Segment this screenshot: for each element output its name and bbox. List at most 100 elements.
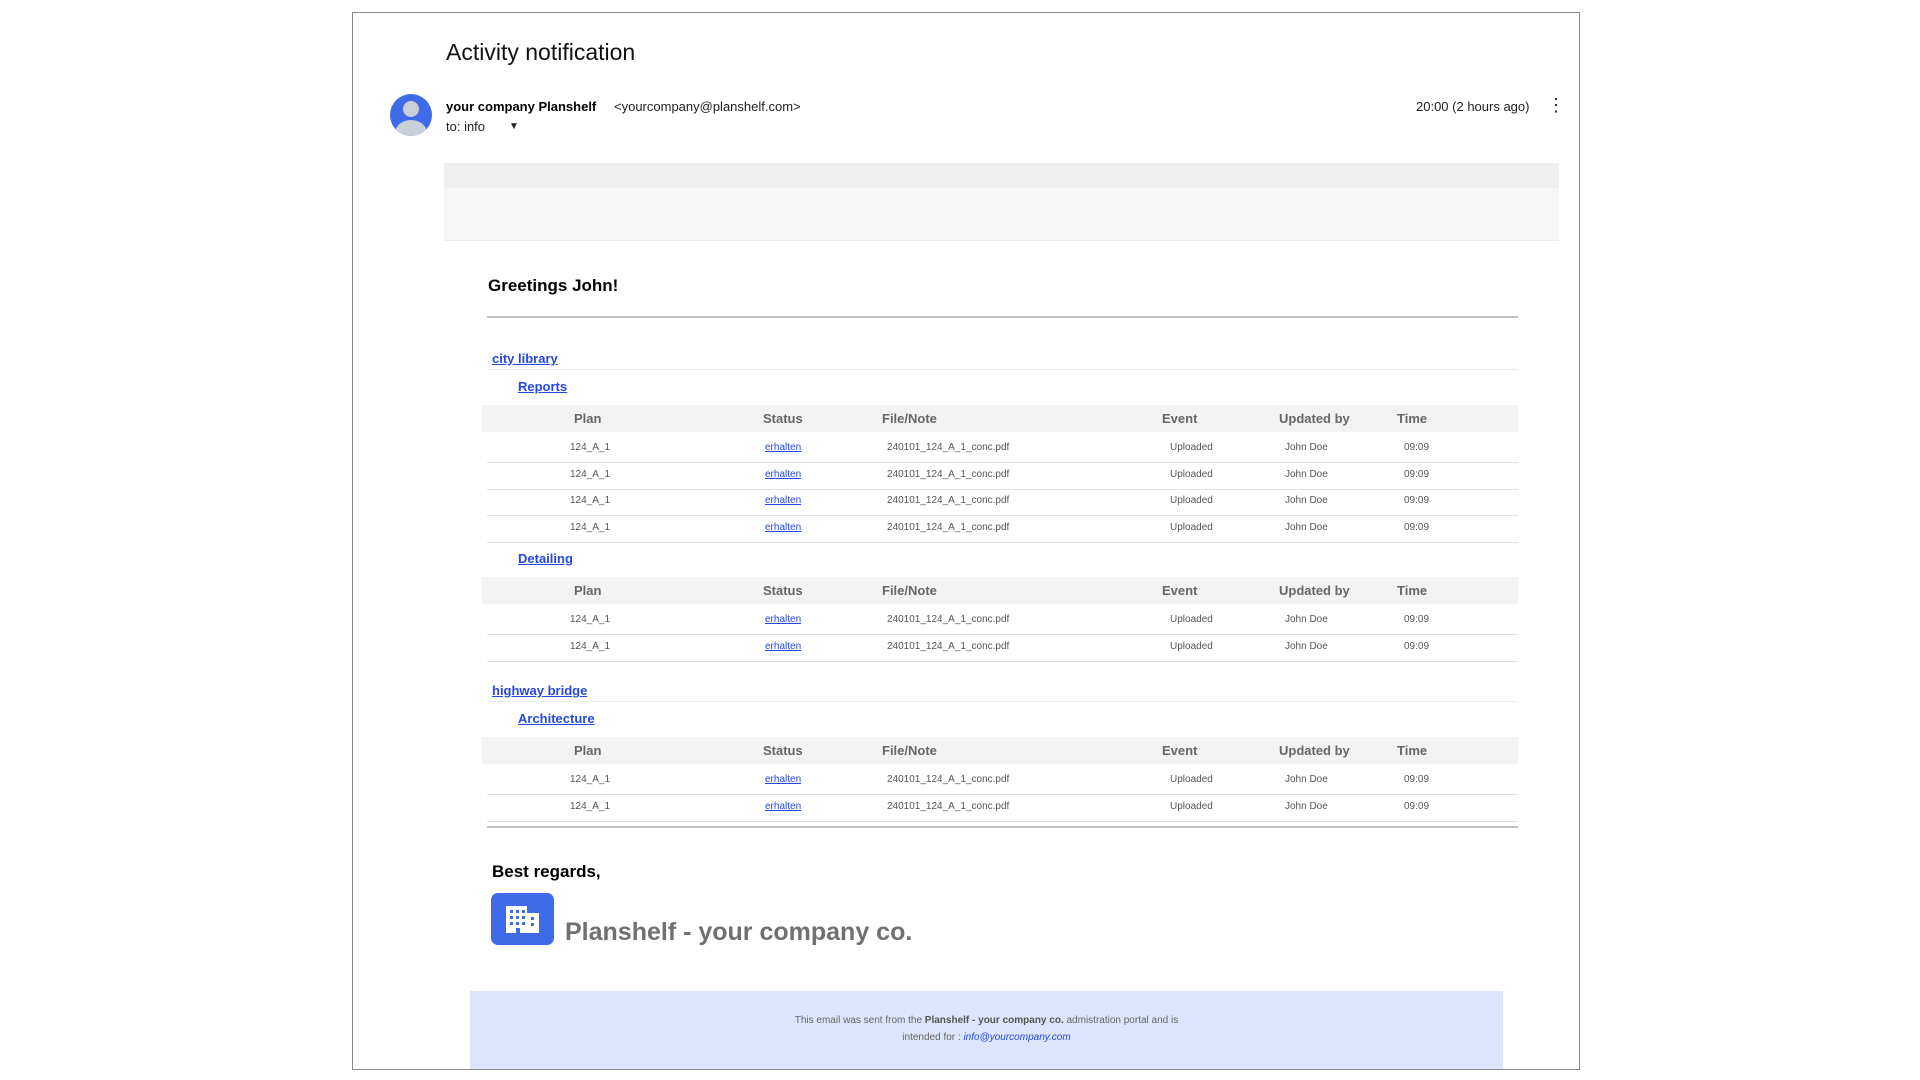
cell-time: 09:09 xyxy=(1404,614,1430,625)
cell-time: 09:09 xyxy=(1404,801,1430,812)
cell-file: 240101_124_A_1_conc.pdf xyxy=(887,801,1010,812)
cell-time: 09:09 xyxy=(1404,522,1430,533)
table-row: 124_A_1 erhalten 240101_124_A_1_conc.pdf… xyxy=(487,795,1518,822)
table-row: 124_A_1 erhalten 240101_124_A_1_conc.pdf… xyxy=(487,635,1518,662)
footer-brand: Planshelf - your company co. xyxy=(924,1015,1064,1026)
col-file: File/Note xyxy=(882,411,937,426)
cell-event: Uploaded xyxy=(1170,774,1213,785)
table-header: Plan Status File/Note Event Updated by T… xyxy=(482,405,1518,432)
status-link[interactable]: erhalten xyxy=(765,469,801,480)
footer-text-2: admistration portal and is xyxy=(1066,1015,1179,1026)
cell-plan: 124_A_1 xyxy=(570,774,611,785)
regards-text: Best regards, xyxy=(492,862,601,881)
building-icon xyxy=(491,893,554,945)
caret-down-icon[interactable]: ▼ xyxy=(509,121,519,132)
cell-updated-by: John Doe xyxy=(1285,774,1328,785)
divider-top xyxy=(487,316,1518,318)
table-row: 124_A_1 erhalten 240101_124_A_1_conc.pdf… xyxy=(487,608,1518,635)
email-header-banner-lower xyxy=(444,188,1559,241)
status-link[interactable]: erhalten xyxy=(765,495,801,506)
cell-updated-by: John Doe xyxy=(1285,522,1328,533)
status-link[interactable]: erhalten xyxy=(765,442,801,453)
col-event: Event xyxy=(1162,743,1198,758)
cell-plan: 124_A_1 xyxy=(570,522,611,533)
cell-time: 09:09 xyxy=(1404,442,1430,453)
email-footer: This email was sent from the Planshelf -… xyxy=(470,991,1503,1069)
email-window: Activity notification your company Plans… xyxy=(352,12,1580,1070)
col-event: Event xyxy=(1162,411,1198,426)
footer-line-1: This email was sent from the Planshelf -… xyxy=(470,1015,1503,1026)
status-link[interactable]: erhalten xyxy=(765,641,801,652)
col-updated-by: Updated by xyxy=(1279,411,1350,426)
status-link[interactable]: erhalten xyxy=(765,614,801,625)
cell-file: 240101_124_A_1_conc.pdf xyxy=(887,469,1010,480)
cell-updated-by: John Doe xyxy=(1285,495,1328,506)
recipient-line: to: info xyxy=(446,119,486,134)
cell-updated-by: John Doe xyxy=(1285,469,1328,480)
col-time: Time xyxy=(1397,743,1428,758)
email-time: 20:00 (2 hours ago) xyxy=(1416,99,1530,114)
footer-text-3: intended for : xyxy=(902,1032,961,1043)
col-event: Event xyxy=(1162,583,1198,598)
category-link-detailing[interactable]: Detailing xyxy=(518,551,573,566)
cell-plan: 124_A_1 xyxy=(570,614,611,625)
cell-plan: 124_A_1 xyxy=(570,495,611,506)
table-header: Plan Status File/Note Event Updated by T… xyxy=(482,737,1518,764)
project-link-city-library[interactable]: city library xyxy=(492,351,558,366)
col-file: File/Note xyxy=(882,743,937,758)
cell-event: Uploaded xyxy=(1170,801,1213,812)
separator xyxy=(487,369,1518,370)
cell-updated-by: John Doe xyxy=(1285,801,1328,812)
cell-time: 09:09 xyxy=(1404,469,1430,480)
col-updated-by: Updated by xyxy=(1279,583,1350,598)
footer-email-link[interactable]: info@yourcompany.com xyxy=(963,1032,1070,1043)
brand-name: Planshelf - your company co. xyxy=(565,918,913,946)
cell-time: 09:09 xyxy=(1404,641,1430,652)
cell-file: 240101_124_A_1_conc.pdf xyxy=(887,641,1010,652)
col-updated-by: Updated by xyxy=(1279,743,1350,758)
cell-file: 240101_124_A_1_conc.pdf xyxy=(887,774,1010,785)
col-plan: Plan xyxy=(574,411,602,426)
cell-event: Uploaded xyxy=(1170,522,1213,533)
col-status: Status xyxy=(763,583,803,598)
more-vertical-icon[interactable]: ⋮ xyxy=(1547,96,1565,114)
cell-plan: 124_A_1 xyxy=(570,641,611,652)
status-link[interactable]: erhalten xyxy=(765,522,801,533)
table-row: 124_A_1 erhalten 240101_124_A_1_conc.pdf… xyxy=(487,436,1518,463)
footer-line-2: intended for : info@yourcompany.com xyxy=(470,1032,1503,1043)
table-header: Plan Status File/Note Event Updated by T… xyxy=(482,577,1518,604)
table-row: 124_A_1 erhalten 240101_124_A_1_conc.pdf… xyxy=(487,516,1518,543)
category-link-architecture[interactable]: Architecture xyxy=(518,711,595,726)
col-time: Time xyxy=(1397,583,1428,598)
cell-file: 240101_124_A_1_conc.pdf xyxy=(887,614,1010,625)
cell-event: Uploaded xyxy=(1170,495,1213,506)
email-header-banner xyxy=(444,163,1559,188)
separator xyxy=(487,701,1518,702)
col-plan: Plan xyxy=(574,743,602,758)
status-link[interactable]: erhalten xyxy=(765,801,801,812)
sender-email: <yourcompany@planshelf.com> xyxy=(614,99,801,114)
category-link-reports[interactable]: Reports xyxy=(518,379,567,394)
cell-event: Uploaded xyxy=(1170,469,1213,480)
cell-plan: 124_A_1 xyxy=(570,442,611,453)
cell-plan: 124_A_1 xyxy=(570,469,611,480)
cell-updated-by: John Doe xyxy=(1285,614,1328,625)
email-subject: Activity notification xyxy=(446,39,636,65)
status-link[interactable]: erhalten xyxy=(765,774,801,785)
avatar-body xyxy=(395,120,427,136)
cell-updated-by: John Doe xyxy=(1285,442,1328,453)
col-file: File/Note xyxy=(882,583,937,598)
cell-event: Uploaded xyxy=(1170,641,1213,652)
table-row: 124_A_1 erhalten 240101_124_A_1_conc.pdf… xyxy=(487,768,1518,795)
divider-bottom xyxy=(487,826,1518,828)
col-plan: Plan xyxy=(574,583,602,598)
col-time: Time xyxy=(1397,411,1428,426)
cell-event: Uploaded xyxy=(1170,614,1213,625)
sender-avatar-icon[interactable] xyxy=(390,94,432,136)
greeting: Greetings John! xyxy=(488,276,619,295)
project-link-highway-bridge[interactable]: highway bridge xyxy=(492,683,587,698)
avatar-head xyxy=(403,101,419,117)
cell-updated-by: John Doe xyxy=(1285,641,1328,652)
cell-plan: 124_A_1 xyxy=(570,801,611,812)
table-row: 124_A_1 erhalten 240101_124_A_1_conc.pdf… xyxy=(487,489,1518,516)
